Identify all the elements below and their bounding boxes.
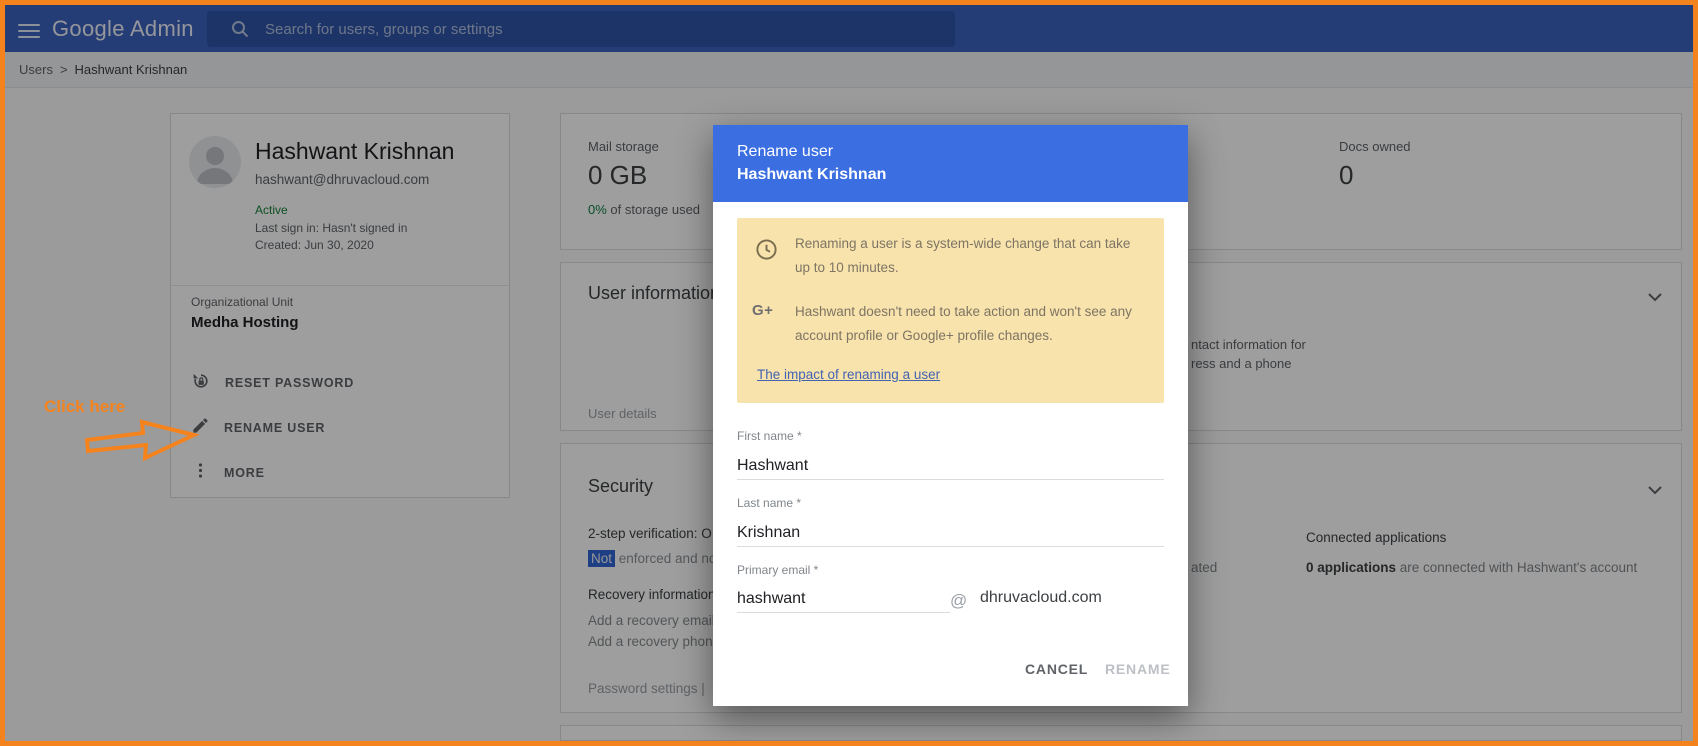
rename-notice-box: Renaming a user is a system-wide change … <box>737 218 1164 403</box>
notice-time-text: Renaming a user is a system-wide change … <box>795 232 1135 280</box>
clock-icon <box>755 238 778 266</box>
google-plus-icon: G+ <box>752 302 773 319</box>
first-name-input[interactable] <box>737 453 1164 480</box>
dialog-header: Rename user Hashwant Krishnan <box>713 125 1188 202</box>
last-name-input[interactable] <box>737 520 1164 547</box>
primary-email-input[interactable] <box>737 586 950 613</box>
google-admin-screen: Google Admin Users>Hashwant Krishnan Has… <box>0 0 1698 746</box>
rename-user-dialog: Rename user Hashwant Krishnan Renaming a… <box>713 125 1188 706</box>
impact-of-renaming-link[interactable]: The impact of renaming a user <box>757 367 940 382</box>
notice-profile-text: Hashwant doesn't need to take action and… <box>795 300 1140 348</box>
cancel-button[interactable]: CANCEL <box>1025 661 1088 677</box>
primary-email-label: Primary email * <box>737 563 818 577</box>
first-name-label: First name * <box>737 429 802 443</box>
dialog-subtitle: Hashwant Krishnan <box>737 163 1164 187</box>
email-domain: dhruvacloud.com <box>980 589 1102 607</box>
rename-button-disabled[interactable]: RENAME <box>1105 661 1170 677</box>
dialog-title: Rename user <box>737 141 1164 163</box>
at-sign: @ <box>950 591 967 611</box>
last-name-label: Last name * <box>737 496 801 510</box>
annotation-arrow-icon <box>83 416 201 464</box>
click-here-annotation: Click here <box>44 397 125 417</box>
